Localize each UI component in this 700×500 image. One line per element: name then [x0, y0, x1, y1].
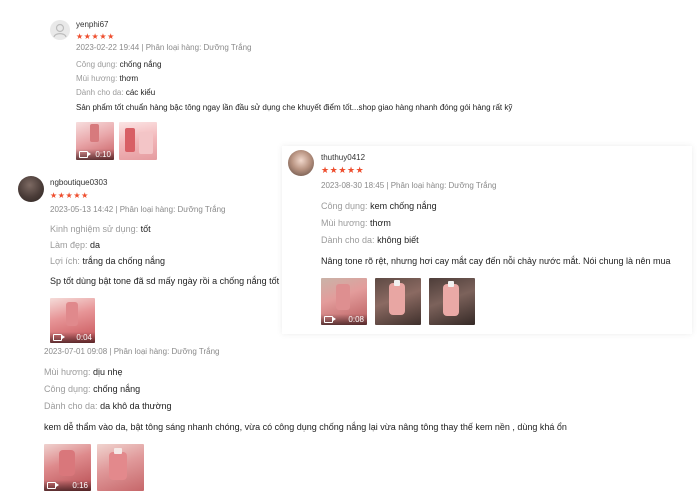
video-duration: 0:04: [76, 333, 92, 342]
attr-value: thơm: [119, 74, 139, 83]
attr-label: Làm đẹp:: [50, 240, 88, 250]
review-image-thumbnail[interactable]: [97, 444, 144, 491]
video-camera-icon: [324, 316, 336, 323]
review-card-ngboutique0303: ngboutique0303 ★★★★★ 2023-05-13 14:42 | …: [14, 170, 314, 345]
review-attr: Dành cho da: da khô da thường: [44, 401, 172, 411]
review-attr: Kinh nghiệm sử dụng: tốt: [50, 224, 151, 234]
review-attr: Dành cho da: không biết: [321, 235, 419, 245]
attr-value: dịu nhẹ: [92, 367, 123, 377]
video-duration: 0:10: [95, 150, 111, 159]
attr-value: da khô da thường: [100, 401, 172, 411]
attr-value: tốt: [140, 224, 151, 234]
video-camera-icon: [53, 334, 65, 341]
attr-value: các kiểu: [125, 88, 156, 97]
review-username[interactable]: thuthuy0412: [321, 153, 365, 162]
attr-label: Công dụng:: [44, 384, 91, 394]
attr-label: Lợi ích:: [50, 256, 80, 266]
video-duration: 0:16: [72, 481, 88, 490]
rating-stars: ★★★★★: [76, 32, 115, 41]
review-video-thumbnail[interactable]: 0:16: [44, 444, 91, 491]
review-comment: Sản phẩm tốt chuẩn hàng bậc tông ngay lầ…: [76, 103, 513, 112]
video-duration: 0:08: [348, 315, 364, 324]
review-image-thumbnail[interactable]: [375, 278, 421, 325]
attr-label: Mùi hương:: [321, 218, 368, 228]
attr-value: da: [90, 240, 101, 250]
default-avatar-icon: [53, 23, 67, 38]
user-avatar[interactable]: [50, 20, 70, 40]
review-attr: Mùi hương: dịu nhẹ: [44, 367, 123, 377]
review-attr: Mùi hương: thơm: [321, 218, 391, 228]
attr-label: Kinh nghiệm sử dụng:: [50, 224, 139, 234]
review-video-thumbnail[interactable]: 0:04: [50, 298, 95, 343]
review-meta: 2023-02-22 19:44 | Phân loại hàng: Dưỡng…: [76, 43, 252, 52]
review-attr: Mùi hương: thơm: [76, 74, 138, 83]
review-attr: Công dụng: chống nắng: [44, 384, 140, 394]
review-attr: Lợi ích: trắng da chống nắng: [50, 256, 165, 266]
review-attr: Dành cho da: các kiểu: [76, 88, 155, 97]
attr-value: chống nắng: [93, 384, 141, 394]
attr-value: không biết: [377, 235, 419, 245]
review-card-yenphi67: yenphi67 ★★★★★ 2023-02-22 19:44 | Phân l…: [45, 12, 512, 162]
review-attr: Làm đẹp: da: [50, 240, 100, 250]
review-attr: Công dụng: chống nắng: [76, 60, 161, 69]
attr-label: Mùi hương:: [76, 74, 118, 83]
attr-label: Công dụng:: [76, 60, 118, 69]
review-comment: Nâng tone rõ rệt, nhưng hơi cay mắt cay …: [321, 256, 671, 266]
attr-label: Dành cho da:: [44, 401, 98, 411]
video-camera-icon: [79, 151, 91, 158]
attr-value: kem chống nắng: [370, 201, 437, 211]
review-video-thumbnail[interactable]: 0:10: [76, 122, 114, 160]
review-image-thumbnail[interactable]: [119, 122, 157, 160]
user-avatar[interactable]: [288, 150, 314, 176]
rating-stars: ★★★★★: [50, 191, 89, 200]
review-attr: Công dụng: kem chống nắng: [321, 201, 437, 211]
review-meta: 2023-07-01 09:08 | Phân loại hàng: Dưỡng…: [44, 347, 220, 356]
attr-label: Công dụng:: [321, 201, 368, 211]
attr-label: Mùi hương:: [44, 367, 91, 377]
attr-value: thơm: [369, 218, 391, 228]
review-card-4: 2023-07-01 09:08 | Phân loại hàng: Dưỡng…: [38, 346, 678, 496]
review-image-thumbnail[interactable]: [429, 278, 475, 325]
review-card-thuthuy0412: thuthuy0412 ★★★★★ 2023-08-30 18:45 | Phâ…: [282, 146, 692, 334]
review-video-thumbnail[interactable]: 0:08: [321, 278, 367, 325]
review-meta: 2023-08-30 18:45 | Phân loại hàng: Dưỡng…: [321, 181, 497, 190]
attr-value: chống nắng: [119, 60, 162, 69]
review-username[interactable]: ngboutique0303: [50, 178, 107, 187]
attr-label: Dành cho da:: [321, 235, 375, 245]
review-comment: kem dễ thẩm vào da, bật tông sáng nhanh …: [44, 422, 567, 432]
user-avatar[interactable]: [18, 176, 44, 202]
rating-stars: ★★★★★: [321, 165, 365, 175]
video-camera-icon: [47, 482, 59, 489]
review-meta: 2023-05-13 14:42 | Phân loại hàng: Dưỡng…: [50, 205, 226, 214]
attr-value: trắng da chống nắng: [82, 256, 166, 266]
review-username[interactable]: yenphi67: [76, 20, 108, 29]
review-comment: Sp tốt dùng bật tone đã sd mấy ngày rồi …: [50, 276, 280, 286]
attr-label: Dành cho da:: [76, 88, 124, 97]
